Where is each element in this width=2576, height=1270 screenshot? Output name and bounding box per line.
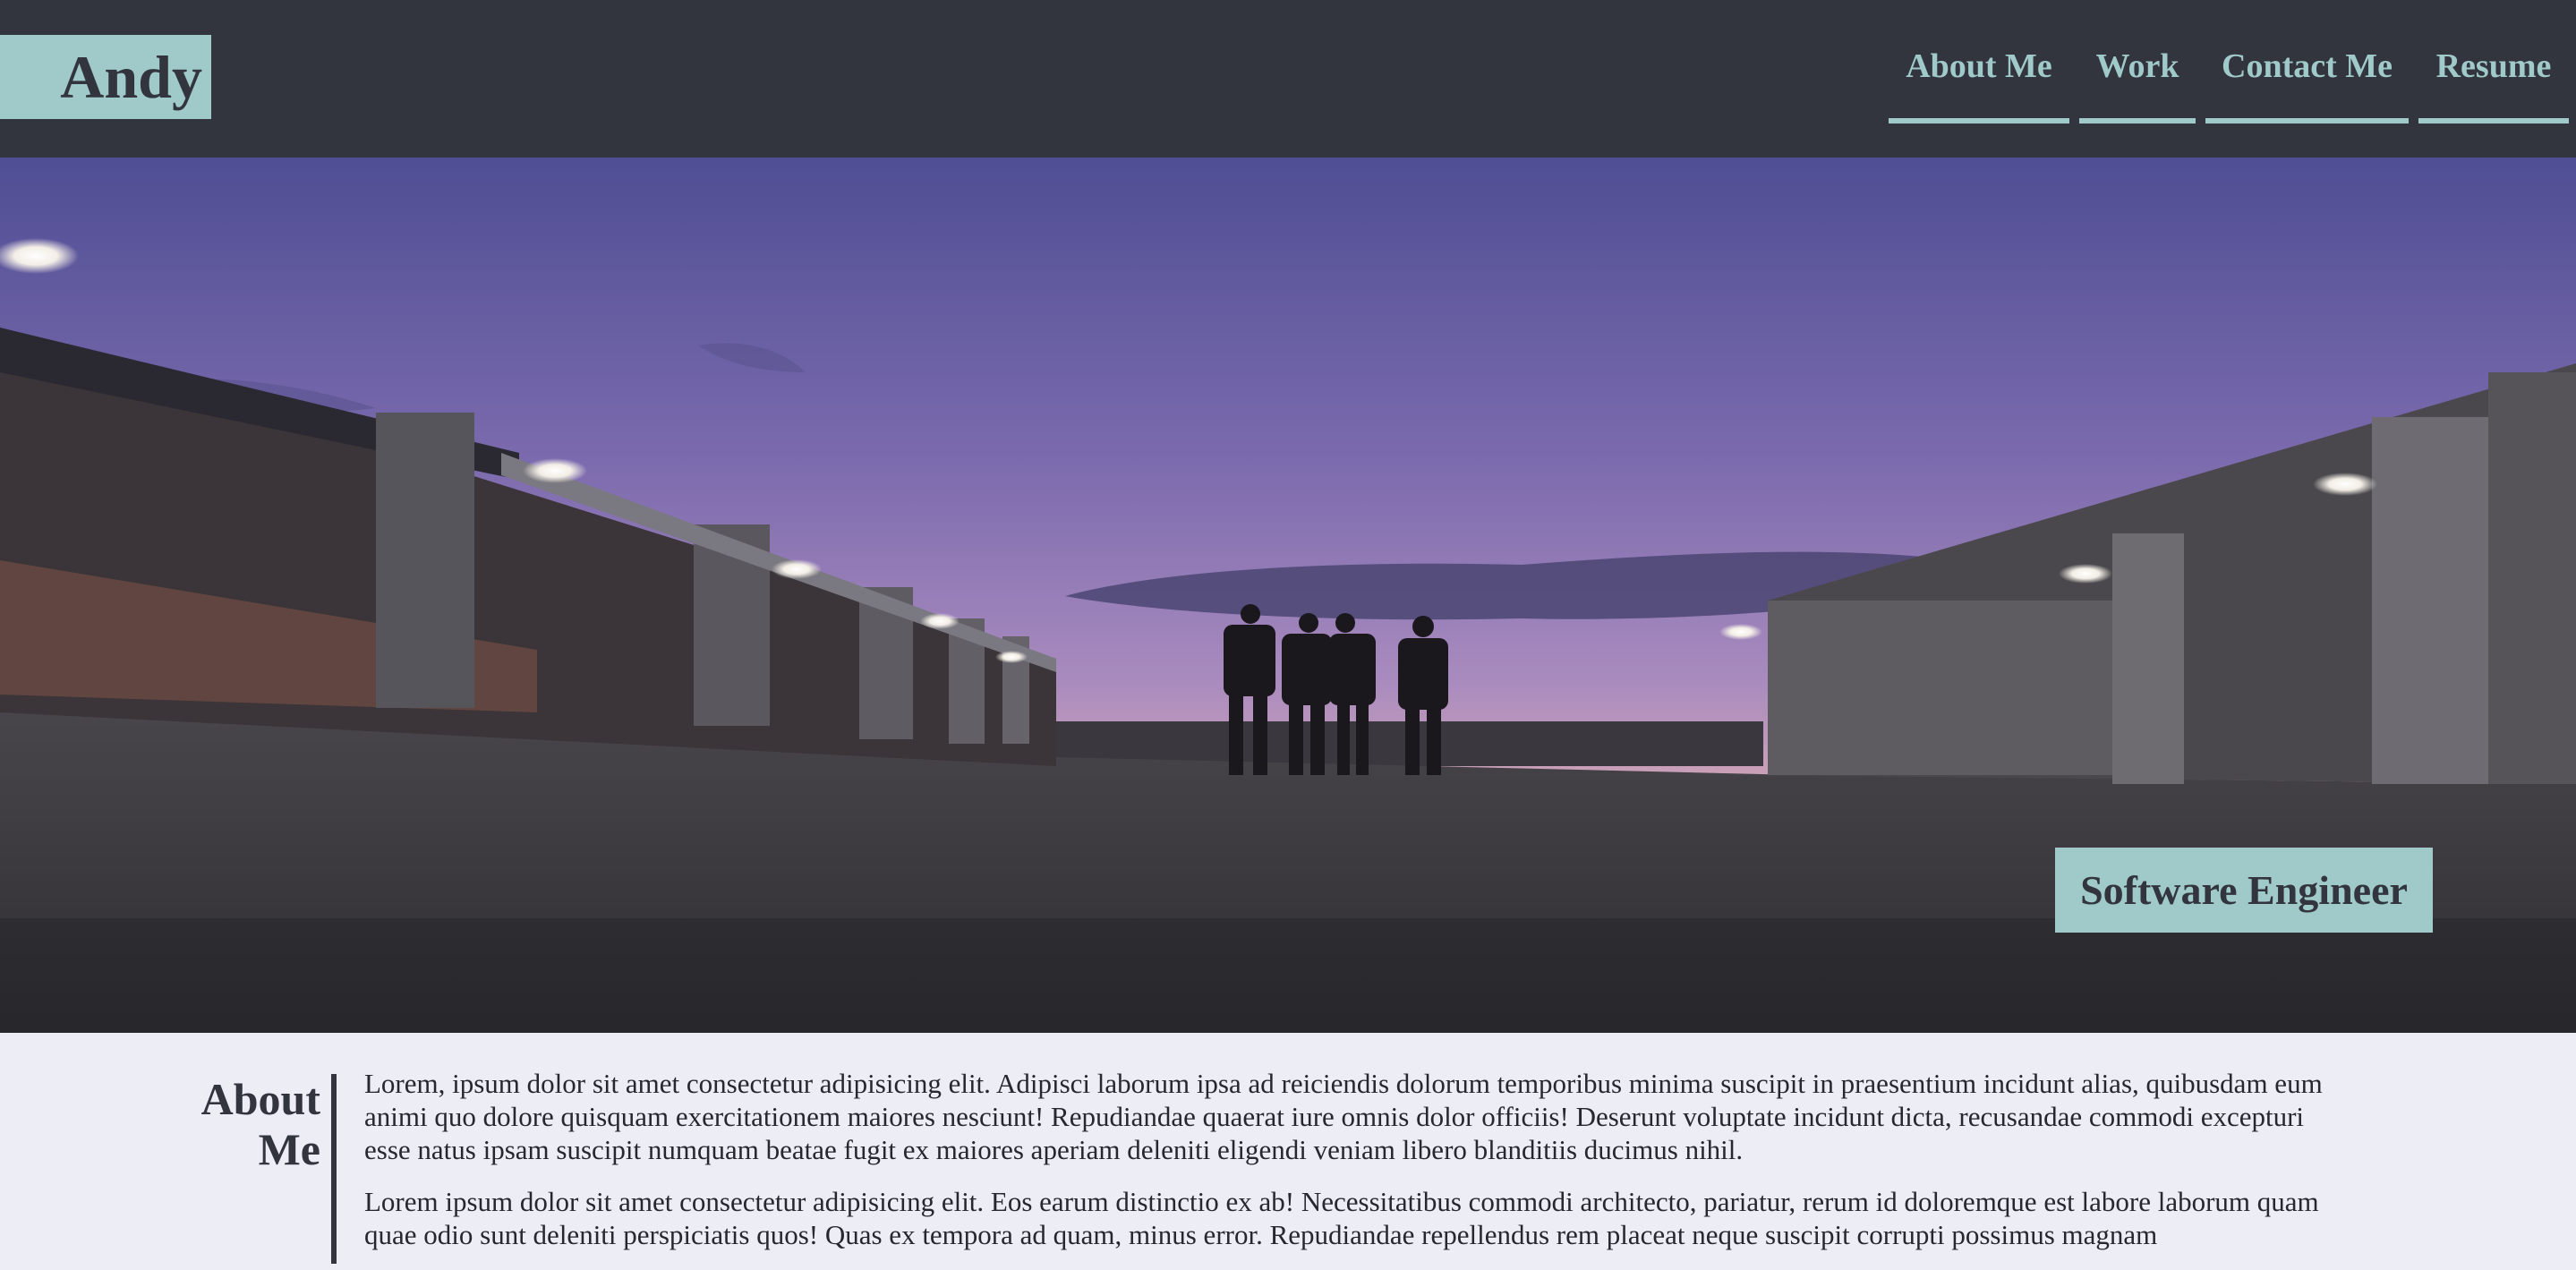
about-text: Lorem, ipsum dolor sit amet consectetur … <box>364 1067 2333 1270</box>
nav-work[interactable]: Work <box>2079 36 2196 124</box>
site-header: Andy About Me Work Contact Me Resume <box>0 0 2576 158</box>
about-paragraph: Lorem ipsum dolor sit amet consectetur a… <box>364 1186 2319 1250</box>
nav-about-me[interactable]: About Me <box>1889 36 2069 124</box>
about-heading-line2: Me <box>258 1124 320 1174</box>
nav-resume[interactable]: Resume <box>2418 36 2569 124</box>
main-nav: About Me Work Contact Me Resume <box>0 36 2576 124</box>
about-heading-line1: About <box>200 1074 320 1124</box>
role-badge: Software Engineer <box>2055 848 2433 933</box>
about-heading: About Me <box>134 1074 320 1174</box>
hero-image: Software Engineer <box>0 158 2576 1033</box>
about-divider <box>331 1074 337 1264</box>
about-paragraph: Lorem, ipsum dolor sit amet consectetur … <box>364 1068 2323 1165</box>
nav-contact-me[interactable]: Contact Me <box>2205 36 2409 124</box>
